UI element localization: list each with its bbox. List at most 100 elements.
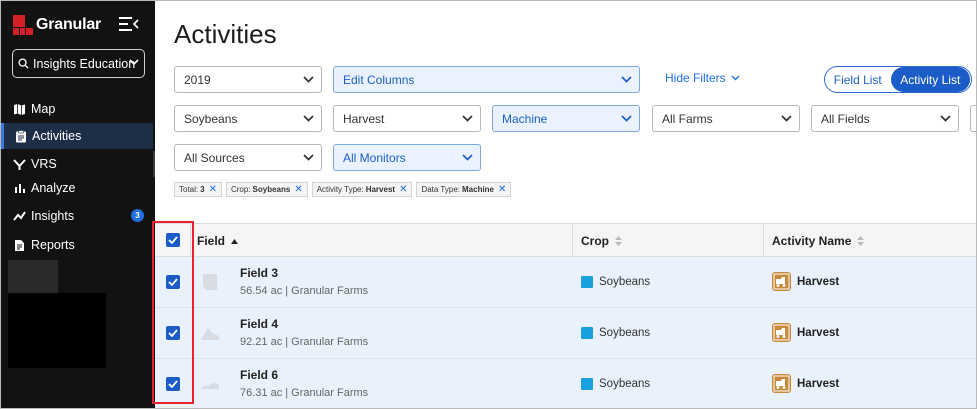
- crop-color-swatch: [581, 327, 593, 339]
- crop-cell: Soybeans: [581, 327, 650, 339]
- column-header-activity-name[interactable]: Activity Name: [772, 234, 865, 248]
- data-type-select[interactable]: Machine: [492, 105, 640, 132]
- chip-key: Activity Type:: [316, 185, 364, 194]
- page-title: Activities: [174, 19, 277, 49]
- crop-color-swatch: [581, 378, 593, 390]
- table-row[interactable]: Field 4 92.21 ac | Granular Farms Soybea…: [155, 308, 976, 359]
- chevron-down-icon: [731, 75, 740, 81]
- activity-cell[interactable]: Harvest: [772, 374, 839, 393]
- nav-item-analyze[interactable]: Analyze: [1, 175, 153, 201]
- nav-label: Map: [31, 102, 56, 116]
- filter-chip-total: Total: 3 ✕: [174, 182, 222, 197]
- column-header-field[interactable]: Field: [197, 234, 239, 248]
- crop-name: Soybeans: [599, 327, 651, 339]
- hide-filters-link[interactable]: Hide Filters: [665, 71, 740, 85]
- field-name[interactable]: Field 4: [240, 317, 278, 331]
- activity-name: Harvest: [797, 275, 840, 288]
- sidebar: Granular Insights Education Map Activiti…: [1, 1, 155, 408]
- column-label: Field: [197, 234, 226, 248]
- nav-item-vrs[interactable]: VRS: [1, 151, 153, 177]
- field-shape-thumbnail: [201, 383, 219, 389]
- crop-name: Soybeans: [599, 276, 651, 288]
- map-icon: [13, 103, 26, 116]
- crop-name: Soybeans: [599, 378, 651, 390]
- fields-select[interactable]: All Fields: [811, 105, 959, 132]
- field-shape-thumbnail: [203, 274, 217, 290]
- field-name[interactable]: Field 3: [240, 266, 278, 280]
- chevron-down-icon: [621, 76, 632, 83]
- harvest-icon: [772, 272, 791, 291]
- harvest-icon: [772, 374, 791, 393]
- app-window: Granular Insights Education Map Activiti…: [0, 0, 977, 409]
- nav-item-map[interactable]: Map: [1, 96, 153, 122]
- checkbox-highlight-box: [152, 221, 194, 404]
- logo[interactable]: Granular: [13, 15, 101, 35]
- crop-select[interactable]: Soybeans: [174, 105, 322, 132]
- year-select[interactable]: 2019: [174, 66, 322, 93]
- nav-item-reports[interactable]: Reports: [1, 232, 153, 258]
- filter-chip-activity-type: Activity Type: Harvest ✕: [311, 182, 413, 197]
- chip-value: 3: [200, 185, 205, 194]
- search-icon: [18, 58, 29, 69]
- chip-value: Soybeans: [252, 185, 291, 194]
- report-icon: [13, 239, 26, 252]
- edit-columns-select[interactable]: Edit Columns: [333, 66, 640, 93]
- sources-value: All Sources: [184, 150, 245, 165]
- field-list-tab[interactable]: Field List: [825, 67, 891, 92]
- logo-text: Granular: [36, 16, 102, 33]
- table-row[interactable]: Field 3 56.54 ac | Granular Farms Soybea…: [155, 257, 976, 308]
- activity-name: Harvest: [797, 326, 840, 339]
- fields-value: All Fields: [821, 111, 870, 126]
- insights-count-badge: 3: [131, 209, 144, 222]
- trend-icon: [13, 210, 26, 223]
- chip-value: Harvest: [365, 185, 396, 194]
- nav-label: VRS: [31, 157, 57, 171]
- activity-type-select[interactable]: Harvest: [333, 105, 481, 132]
- table-row[interactable]: Field 6 76.31 ac | Granular Farms Soybea…: [155, 359, 976, 408]
- bar-chart-icon: [13, 182, 26, 195]
- workspace-selector[interactable]: Insights Education: [12, 49, 145, 78]
- chevron-down-icon: [621, 115, 632, 122]
- chevron-down-icon: [303, 115, 314, 122]
- close-icon[interactable]: ✕: [399, 184, 407, 195]
- edit-columns-label: Edit Columns: [343, 72, 415, 87]
- chevron-down-icon: [303, 76, 314, 83]
- chevron-down-icon: [462, 115, 473, 122]
- chevron-down-icon: [462, 154, 473, 161]
- farms-select[interactable]: All Farms: [652, 105, 800, 132]
- redacted-area: [8, 293, 106, 368]
- nav-label: Insights: [31, 209, 75, 223]
- chevron-down-icon: [303, 154, 314, 161]
- activity-cell[interactable]: Harvest: [772, 323, 839, 342]
- field-name[interactable]: Field 6: [240, 368, 278, 382]
- close-icon[interactable]: ✕: [498, 184, 506, 195]
- data-type-value: Machine: [502, 111, 548, 126]
- column-label: Crop: [581, 234, 609, 248]
- crop-color-swatch: [581, 276, 593, 288]
- nav-item-insights[interactable]: Insights 3: [1, 203, 153, 229]
- column-label: Activity Name: [772, 234, 852, 248]
- chevron-down-icon: [781, 115, 792, 122]
- table-header: Field Crop Activity Name: [155, 223, 976, 257]
- sources-select[interactable]: All Sources: [174, 144, 322, 171]
- nav-item-activities[interactable]: Activities: [1, 123, 153, 149]
- close-icon[interactable]: ✕: [209, 184, 217, 195]
- year-value: 2019: [184, 72, 211, 87]
- crop-cell: Soybeans: [581, 378, 650, 390]
- close-icon[interactable]: ✕: [294, 184, 302, 195]
- activity-list-tab[interactable]: Activity List: [890, 67, 970, 92]
- activity-cell[interactable]: Harvest: [772, 272, 839, 291]
- crop-cell: Soybeans: [581, 276, 650, 288]
- sort-icon: [615, 236, 622, 246]
- sort-ascending-icon: [231, 238, 239, 244]
- redacted-area: [8, 260, 58, 293]
- collapse-menu-icon[interactable]: [119, 15, 139, 33]
- more-filters-select[interactable]: [970, 105, 976, 132]
- filter-chips: Total: 3 ✕ Crop: Soybeans ✕ Activity Type: Ha…: [174, 182, 512, 197]
- field-meta: 56.54 ac | Granular Farms: [240, 285, 369, 297]
- column-header-crop[interactable]: Crop: [581, 234, 622, 248]
- hide-filters-label: Hide Filters: [665, 71, 726, 85]
- crop-value: Soybeans: [184, 111, 238, 126]
- sort-icon: [857, 236, 865, 246]
- monitors-select[interactable]: All Monitors: [333, 144, 481, 171]
